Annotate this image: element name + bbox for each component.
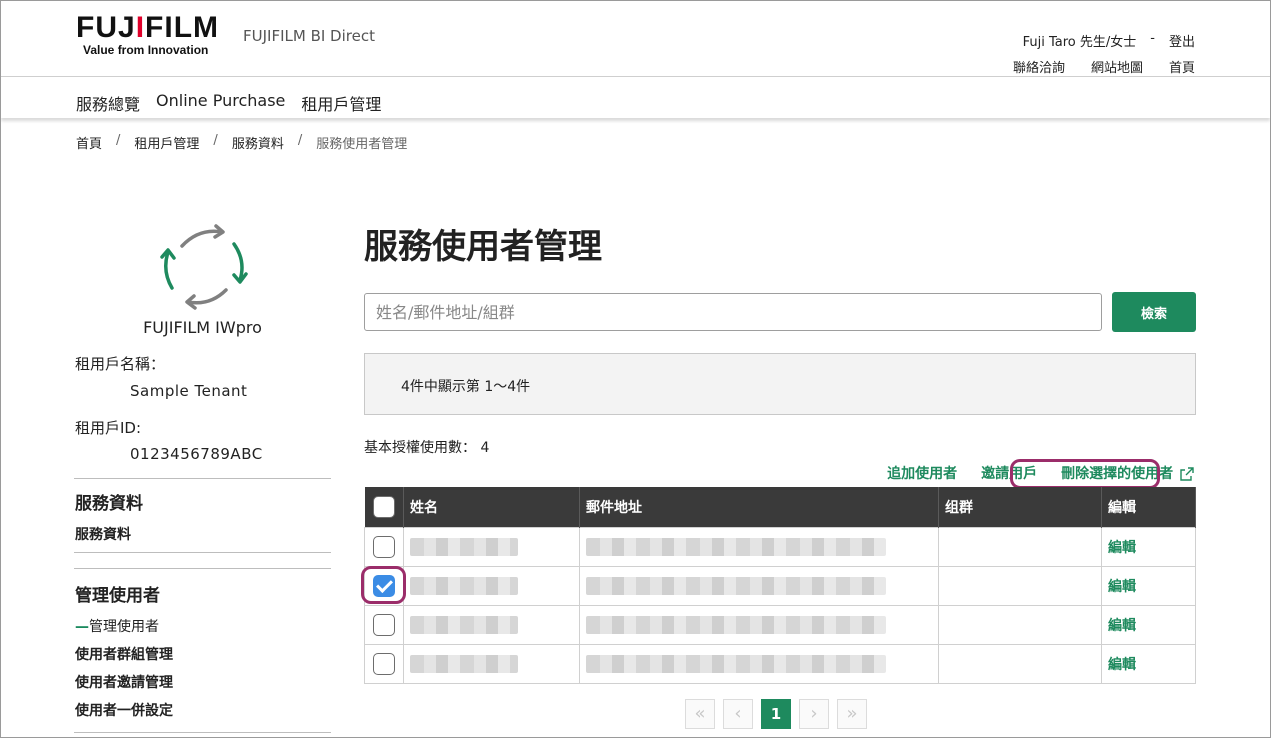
column-header-name: 姓名 bbox=[403, 487, 580, 527]
table-header-row: 姓名 郵件地址 组群 編輯 bbox=[364, 487, 1196, 527]
sidebar-item-user-groups[interactable]: 使用者群組管理 bbox=[75, 644, 173, 664]
group-cell bbox=[938, 604, 1102, 645]
breadcrumb-home[interactable]: 首頁 bbox=[76, 133, 102, 152]
redacted-name bbox=[410, 654, 518, 673]
contact-link[interactable]: 聯絡洽詢 bbox=[1013, 57, 1065, 76]
row-checkbox[interactable] bbox=[373, 535, 395, 558]
sidebar-section-manage-users: 管理使用者 bbox=[75, 586, 160, 606]
row-checkbox[interactable] bbox=[373, 652, 395, 675]
group-cell bbox=[938, 643, 1102, 684]
column-header-email: 郵件地址 bbox=[579, 487, 939, 527]
site-name: FUJIFILM BI Direct bbox=[243, 27, 375, 45]
recycle-arrows-icon bbox=[160, 224, 248, 310]
breadcrumb-tenant-management[interactable]: 租用戶管理 bbox=[134, 133, 199, 152]
main-nav: 服務總覽 Online Purchase 租用戶管理 bbox=[1, 78, 1270, 118]
redacted-email bbox=[586, 576, 886, 595]
sidebar-divider bbox=[74, 568, 331, 569]
redacted-name bbox=[410, 576, 518, 595]
group-cell bbox=[938, 565, 1102, 606]
row-checkbox[interactable] bbox=[373, 613, 395, 636]
app-window: FUJIFILM Value from Innovation FUJIFILM … bbox=[0, 0, 1271, 738]
group-cell bbox=[938, 526, 1102, 567]
nav-online-purchase[interactable]: Online Purchase bbox=[156, 91, 285, 115]
sitemap-link[interactable]: 網站地圖 bbox=[1091, 57, 1143, 76]
page-prev-button[interactable]: ‹ bbox=[723, 699, 753, 729]
redacted-email bbox=[586, 615, 886, 634]
tenant-name-value: Sample Tenant bbox=[130, 382, 248, 400]
table-row: 編輯 bbox=[364, 604, 1196, 645]
breadcrumb-service-info[interactable]: 服務資料 bbox=[232, 133, 284, 152]
sidebar-item-user-invites[interactable]: 使用者邀請管理 bbox=[75, 672, 173, 692]
logo-tagline: Value from Innovation bbox=[83, 43, 209, 57]
license-usage: 基本授權使用數： 4 bbox=[364, 437, 489, 457]
sidebar-divider bbox=[74, 478, 331, 479]
logout-link[interactable]: 登出 bbox=[1169, 31, 1195, 50]
search-input[interactable] bbox=[364, 293, 1102, 331]
result-summary: 4件中顯示第 1～4件 bbox=[401, 379, 531, 395]
column-header-group: 组群 bbox=[938, 487, 1102, 527]
highlight-delete-selected bbox=[1010, 459, 1160, 489]
edit-link[interactable]: 編輯 bbox=[1108, 618, 1136, 634]
edit-link[interactable]: 編輯 bbox=[1108, 579, 1136, 595]
sidebar-divider bbox=[74, 732, 331, 733]
page-last-button[interactable]: » bbox=[837, 699, 867, 729]
users-table: 姓名 郵件地址 组群 編輯 編輯 編輯 編輯 編輯 bbox=[364, 487, 1196, 684]
breadcrumb-current: 服務使用者管理 bbox=[316, 137, 408, 152]
user-area: Fuji Taro 先生/女士 - 登出 聯絡洽詢 網站地圖 首頁 bbox=[1013, 31, 1195, 76]
page-current[interactable]: 1 bbox=[761, 699, 791, 729]
table-row: 編輯 bbox=[364, 643, 1196, 684]
tenant-id-value: 0123456789ABC bbox=[130, 445, 263, 463]
fujifilm-logo[interactable]: FUJIFILM Value from Innovation bbox=[76, 13, 236, 58]
search-button[interactable]: 檢索 bbox=[1112, 292, 1196, 332]
table-row: 編輯 bbox=[364, 565, 1196, 606]
license-label: 基本授權使用數： bbox=[364, 440, 476, 456]
redacted-name bbox=[410, 615, 518, 634]
result-summary-box: 4件中顯示第 1～4件 bbox=[364, 353, 1196, 415]
sidebar-divider bbox=[74, 552, 331, 553]
sidebar-item-bulk-settings[interactable]: 使用者一併設定 bbox=[75, 700, 173, 720]
nav-tenant-management[interactable]: 租用戶管理 bbox=[301, 91, 381, 115]
external-link-icon bbox=[1180, 467, 1194, 481]
edit-link[interactable]: 編輯 bbox=[1108, 657, 1136, 673]
page-title: 服務使用者管理 bbox=[364, 227, 602, 267]
table-row: 編輯 bbox=[364, 526, 1196, 567]
user-separator: - bbox=[1150, 31, 1155, 46]
redacted-email bbox=[586, 654, 886, 673]
sidebar-section-service-info: 服務資料 bbox=[75, 494, 143, 514]
license-count: 4 bbox=[480, 440, 490, 456]
tenant-id-label: 租用戶ID: bbox=[75, 419, 142, 437]
edit-link[interactable]: 編輯 bbox=[1108, 540, 1136, 556]
pagination: « ‹ 1 › » bbox=[685, 699, 867, 729]
active-marker: — bbox=[75, 619, 89, 635]
tenant-name-label: 租用戶名稱： bbox=[75, 355, 166, 373]
sidebar-item-service-info[interactable]: 服務資料 bbox=[75, 524, 131, 544]
sidebar-item-manage-users[interactable]: —管理使用者 bbox=[75, 616, 159, 636]
column-header-edit: 編輯 bbox=[1101, 487, 1196, 527]
site-header: FUJIFILM Value from Innovation FUJIFILM … bbox=[1, 1, 1270, 77]
redacted-name bbox=[410, 537, 518, 556]
page-next-button[interactable]: › bbox=[799, 699, 829, 729]
service-name: FUJIFILM IWpro bbox=[143, 318, 262, 337]
add-user-link[interactable]: 追加使用者 bbox=[887, 463, 957, 483]
page-first-button[interactable]: « bbox=[685, 699, 715, 729]
home-link[interactable]: 首頁 bbox=[1169, 57, 1195, 76]
highlight-selected-checkbox bbox=[361, 566, 406, 604]
nav-service-overview[interactable]: 服務總覽 bbox=[76, 91, 140, 115]
breadcrumb: 首頁 / 租用戶管理 / 服務資料 / 服務使用者管理 bbox=[76, 133, 408, 152]
user-name: Fuji Taro 先生/女士 bbox=[1022, 35, 1137, 50]
select-all-checkbox[interactable] bbox=[372, 495, 395, 518]
redacted-email bbox=[586, 537, 886, 556]
